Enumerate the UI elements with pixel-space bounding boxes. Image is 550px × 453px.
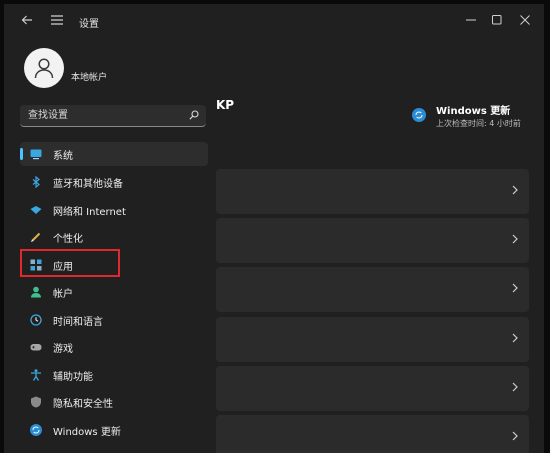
maximize-button[interactable] [482,4,512,36]
page-title: KP [216,98,235,112]
hamburger-icon [51,15,63,25]
brush-icon [31,232,41,242]
user-icon [34,58,54,79]
windows-update-status-icon [412,108,426,122]
wifi-icon [30,206,42,214]
arrow-left-icon [21,15,32,25]
refresh-icon [415,111,423,119]
accessibility-icon [31,369,41,381]
chevron-right-icon [512,234,518,244]
last-checked-text: 上次检查时间: 4 小时前 [436,119,521,128]
settings-window: 设置 本地帐户 查找设置 系统 蓝牙和其他设备 网络和 Internet 个性化… [4,4,544,453]
settings-card[interactable] [216,415,529,453]
app-title: 设置 [79,19,99,30]
avatar[interactable] [24,48,64,88]
menu-button[interactable] [44,4,70,36]
monitor-icon [30,149,42,160]
chevron-right-icon [512,283,518,293]
search-box[interactable] [20,105,206,127]
sidebar-item-network[interactable]: 网络和 Internet [20,198,208,222]
chevron-right-icon [512,382,518,392]
sidebar-item-personalization[interactable]: 个性化 [20,225,208,249]
back-button[interactable] [14,4,40,36]
settings-card[interactable] [216,267,529,312]
chevron-right-icon [512,431,518,441]
bluetooth-icon [32,176,40,188]
highlight-box [20,249,120,277]
sidebar-item-label: 蓝牙和其他设备 [53,179,123,190]
sidebar-item-label: 隐私和安全性 [53,399,113,410]
close-icon [520,15,530,25]
maximize-icon [492,15,502,25]
sidebar-item-label: 个性化 [53,234,83,245]
settings-card[interactable] [216,169,529,214]
globe-clock-icon [30,314,42,326]
update-icon [30,424,42,436]
sidebar-item-gaming[interactable]: 游戏 [20,335,208,359]
close-button[interactable] [510,4,540,36]
sidebar-item-label: 游戏 [53,344,73,355]
sidebar-item-label: 辅助功能 [53,372,93,383]
sidebar-item-windows-update[interactable]: Windows 更新 [20,418,208,442]
shield-icon [31,396,41,408]
sidebar-item-bluetooth-devices[interactable]: 蓝牙和其他设备 [20,170,208,194]
sidebar-item-label: 系统 [53,151,73,162]
chevron-right-icon [512,333,518,343]
chevron-right-icon [512,185,518,195]
settings-card[interactable] [216,366,529,411]
sidebar-item-label: 网络和 Internet [53,207,126,218]
sidebar-item-label: Windows 更新 [53,427,121,438]
sidebar-item-system[interactable]: 系统 [20,142,208,166]
sidebar-item-privacy-security[interactable]: 隐私和安全性 [20,390,208,414]
sidebar-item-label: 时间和语言 [53,317,103,328]
sidebar-item-accounts[interactable]: 帐户 [20,280,208,304]
account-icon [31,286,41,298]
selection-indicator [20,148,23,160]
minimize-icon [466,19,476,21]
sidebar-item-accessibility[interactable]: 辅助功能 [20,363,208,387]
sidebar-item-label: 帐户 [53,289,73,300]
settings-card[interactable] [216,218,529,263]
account-name: 本地帐户 [71,73,108,83]
title-bar: 设置 [4,4,544,36]
search-input[interactable] [28,108,178,123]
search-icon[interactable] [189,110,199,120]
gamepad-icon [30,344,42,351]
settings-card[interactable] [216,317,529,362]
sidebar-item-time-language[interactable]: 时间和语言 [20,308,208,332]
windows-update-title[interactable]: Windows 更新 [436,102,510,117]
